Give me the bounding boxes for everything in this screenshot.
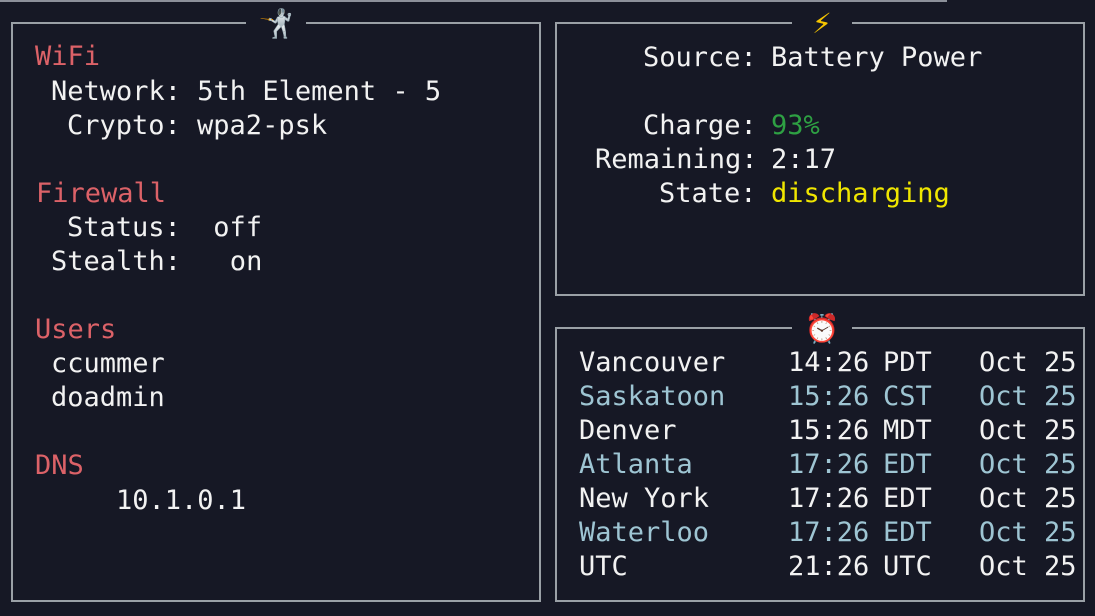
dns-value: 10.1.0.1 [116,485,247,516]
clock-date: Oct 25 [979,347,1077,378]
firewall-stealth-line: Stealth: on [51,246,263,277]
charge-value: 93% [771,110,820,141]
charge-label: Charge: [643,110,757,141]
clock-timezone: EDT [883,483,932,514]
state-value: discharging [771,178,950,209]
top-border-line [0,0,947,2]
clock-city: New York [579,483,710,514]
clock-time: 15:26 [788,415,870,446]
clock-timezone: PDT [883,347,932,378]
clock-timezone: EDT [883,449,932,480]
clock-timezone: EDT [883,517,932,548]
clock-time: 17:26 [788,517,870,548]
clock-timezone: MDT [883,415,932,446]
clock-date: Oct 25 [979,551,1077,582]
clock-city: Vancouver [579,347,726,378]
clock-date: Oct 25 [979,483,1077,514]
remaining-value: 2:17 [771,144,837,175]
firewall-status-line: Status: off [67,212,263,243]
wifi-heading: WiFi [35,41,101,72]
users-heading: Users [35,314,117,345]
clock-time: 17:26 [788,483,870,514]
clock-timezone: UTC [883,551,932,582]
power-source-label: Source: [643,42,757,73]
clock-date: Oct 25 [979,517,1077,548]
fencer-icon: 🤺 [246,4,306,44]
wifi-network-line: Network: 5th Element - 5 [51,76,442,107]
clock-date: Oct 25 [979,415,1077,446]
clock-city: Saskatoon [579,381,726,412]
lightning-bolt-icon: ⚡ [792,4,852,44]
clock-city: Waterloo [579,517,710,548]
dns-heading: DNS [35,450,84,481]
clock-city: Denver [579,415,677,446]
clock-date: Oct 25 [979,449,1077,480]
clock-city: Atlanta [579,449,693,480]
wifi-crypto-line: Crypto: wpa2-psk [67,110,328,141]
remaining-label: Remaining: [595,144,758,175]
power-source-value: Battery Power [771,42,983,73]
clock-date: Oct 25 [979,381,1077,412]
power-panel: ⚡ Source: Battery Power Charge: 93% Rema… [555,4,1085,296]
user-list-item: ccummer [51,348,165,379]
world-clock-panel: ⏰ Vancouver 14:26 PDT Oct 25 Saskatoon 15:26 C… [555,309,1085,602]
state-label: State: [659,178,757,209]
clock-timezone: CST [883,381,932,412]
clock-time: 17:26 [788,449,870,480]
clock-time: 21:26 [788,551,870,582]
user-list-item: doadmin [51,382,165,413]
clock-time: 14:26 [788,347,870,378]
network-security-panel: 🤺 WiFi Network: 5th Element - 5 Crypto: … [11,4,541,602]
clock-city: UTC [579,551,628,582]
clock-time: 15:26 [788,381,870,412]
alarm-clock-icon: ⏰ [792,309,852,349]
firewall-heading: Firewall [36,178,167,209]
